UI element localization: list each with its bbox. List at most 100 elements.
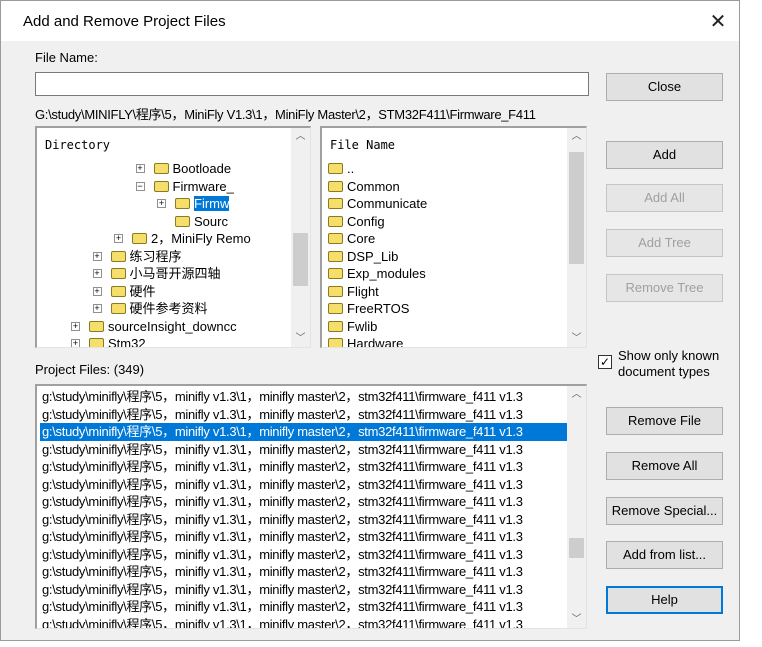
plus-expander-icon[interactable]: + [92, 269, 102, 278]
file-list[interactable]: File Name .. Common Communicate Config Core D… [320, 126, 587, 348]
folder-icon [328, 303, 343, 314]
file-item-label: Config [347, 213, 385, 229]
scroll-up-icon[interactable]: ︿ [291, 128, 310, 145]
file-item-label: FreeRTOS [347, 301, 410, 316]
file-item[interactable]: DSP_Lib [328, 248, 398, 265]
folder-icon [132, 233, 147, 244]
project-files-scrollbar[interactable]: ︿ ﹀ [567, 386, 586, 628]
window-title: Add and Remove Project Files [23, 13, 226, 30]
folder-icon [328, 250, 343, 262]
project-file-row[interactable]: g:\study\minifly\程序\5，minifly v1.3\1，min… [40, 546, 568, 564]
remove-tree-button[interactable]: Remove Tree [606, 274, 723, 302]
project-file-row[interactable]: g:\study\minifly\程序\5，minifly v1.3\1，min… [40, 563, 568, 581]
folder-icon [328, 163, 343, 174]
tree-node[interactable]: + 硬件参考资料 [92, 300, 208, 317]
tree-node-label: 小马哥开源四轴 [129, 266, 221, 281]
tree-node-label: Firmware_ [172, 178, 234, 194]
add-tree-button[interactable]: Add Tree [606, 229, 723, 257]
project-file-row[interactable]: g:\study\minifly\程序\5，minifly v1.3\1，min… [40, 441, 568, 459]
close-icon[interactable]: ✕ [701, 7, 735, 37]
project-file-row[interactable]: g:\study\minifly\程序\5，minifly v1.3\1，min… [40, 493, 568, 511]
folder-icon [328, 180, 343, 192]
project-files-list[interactable]: g:\study\minifly\程序\5，minifly v1.3\1，min… [35, 384, 587, 629]
tree-node[interactable]: + Firmw [157, 195, 230, 212]
tree-node[interactable]: + 小马哥开源四轴 [92, 265, 221, 282]
scroll-down-icon[interactable]: ﹀ [567, 330, 586, 347]
tree-node[interactable]: +2，MiniFly Remo [114, 230, 251, 247]
file-item-label: Hardware [347, 336, 404, 348]
tree-node[interactable]: + 练习程序 [92, 248, 182, 265]
folder-icon [110, 268, 126, 279]
remove-file-button[interactable]: Remove File [606, 407, 723, 435]
file-name-header: File Name [330, 138, 396, 152]
project-file-row[interactable]: g:\study\minifly\程序\5，minifly v1.3\1，min… [40, 458, 568, 476]
directory-scrollbar[interactable]: ︿ ﹀ [291, 128, 310, 347]
file-item[interactable]: Common [328, 178, 400, 195]
tree-node[interactable]: + Bootloade [135, 160, 231, 177]
tree-node-label: 练习程序 [129, 248, 182, 264]
folder-icon [175, 198, 190, 209]
project-file-row[interactable]: g:\study\minifly\程序\5，minifly v1.3\1，min… [40, 388, 568, 406]
plus-expander-icon[interactable]: + [71, 339, 80, 347]
plus-expander-icon[interactable]: + [92, 251, 102, 261]
plus-expander-icon[interactable]: + [92, 286, 102, 296]
file-item[interactable]: Communicate [328, 195, 427, 212]
file-item-label: Common [347, 178, 400, 194]
file-item[interactable]: Hardware [328, 335, 404, 348]
add-button[interactable]: Add [606, 141, 723, 169]
folder-icon [153, 163, 169, 174]
add-all-button[interactable]: Add All [606, 184, 723, 212]
tree-node[interactable]: + 硬件 [92, 283, 156, 300]
project-file-row[interactable]: g:\study\minifly\程序\5，minifly v1.3\1，min… [40, 476, 568, 494]
project-file-row[interactable]: g:\study\minifly\程序\5，minifly v1.3\1，min… [40, 528, 568, 546]
file-item[interactable]: Core [328, 230, 375, 247]
close-button[interactable]: Close [606, 73, 723, 101]
files-scrollbar[interactable]: ︿ ﹀ [567, 128, 586, 347]
scroll-up-icon[interactable]: ︿ [567, 128, 586, 145]
folder-icon [175, 215, 190, 227]
tree-node[interactable]: Sourc [175, 213, 228, 230]
plus-expander-icon[interactable]: + [71, 321, 80, 331]
add-from-list-button[interactable]: Add from list... [606, 541, 723, 569]
file-item[interactable]: Config [328, 213, 385, 230]
project-file-row[interactable]: g:\study\minifly\程序\5，minifly v1.3\1，min… [40, 423, 568, 441]
folder-icon [89, 338, 104, 347]
current-path: G:\study\MINIFLY\程序\5，MiniFly V1.3\1，Min… [35, 107, 536, 122]
plus-expander-icon[interactable]: + [114, 234, 123, 243]
folder-icon [328, 268, 343, 279]
scroll-down-icon[interactable]: ﹀ [567, 611, 586, 628]
file-name-label: File Name: [35, 50, 98, 65]
file-item-label: Communicate [347, 196, 428, 211]
file-item[interactable]: FreeRTOS [328, 300, 409, 317]
plus-expander-icon[interactable]: + [92, 304, 102, 313]
plus-expander-icon[interactable]: + [135, 164, 145, 173]
folder-icon [110, 250, 126, 262]
folder-icon [328, 215, 343, 227]
project-file-row[interactable]: g:\study\minifly\程序\5，minifly v1.3\1，min… [40, 511, 568, 529]
scroll-up-icon[interactable]: ︿ [567, 386, 586, 403]
file-item-label: Exp_modules [347, 266, 426, 281]
file-item[interactable]: Exp_modules [328, 265, 426, 282]
tree-node-label: Stm32 [108, 336, 146, 348]
minus-expander-icon[interactable]: − [135, 181, 145, 191]
remove-all-button[interactable]: Remove All [606, 452, 723, 480]
plus-expander-icon[interactable]: + [157, 199, 166, 208]
show-known-checkbox[interactable]: ✓ [598, 355, 612, 369]
project-file-row[interactable]: g:\study\minifly\程序\5，minifly v1.3\1，min… [40, 406, 568, 424]
help-button[interactable]: Help [606, 586, 723, 614]
project-file-row[interactable]: g:\study\minifly\程序\5，minifly v1.3\1，min… [40, 598, 568, 616]
tree-node[interactable]: + sourceInsight_downcc [71, 318, 237, 335]
show-known-label[interactable]: Show only known document types [618, 348, 728, 380]
project-file-row[interactable]: g:\study\minifly\程序\5，minifly v1.3\1，min… [40, 616, 568, 629]
directory-tree[interactable]: Directory + Bootloade − Firmware_ + Firmw Sour… [35, 126, 311, 348]
project-file-row[interactable]: g:\study\minifly\程序\5，minifly v1.3\1，min… [40, 581, 568, 599]
file-name-input[interactable] [35, 72, 589, 96]
file-item[interactable]: Fwlib [328, 318, 377, 335]
file-item[interactable]: .. [328, 160, 354, 177]
scroll-down-icon[interactable]: ﹀ [291, 330, 310, 347]
tree-node[interactable]: + Stm32 [71, 335, 146, 348]
remove-special-button[interactable]: Remove Special... [606, 497, 723, 525]
tree-node[interactable]: − Firmware_ [135, 178, 234, 195]
folder-icon [328, 320, 343, 332]
file-item[interactable]: Flight [328, 283, 379, 300]
